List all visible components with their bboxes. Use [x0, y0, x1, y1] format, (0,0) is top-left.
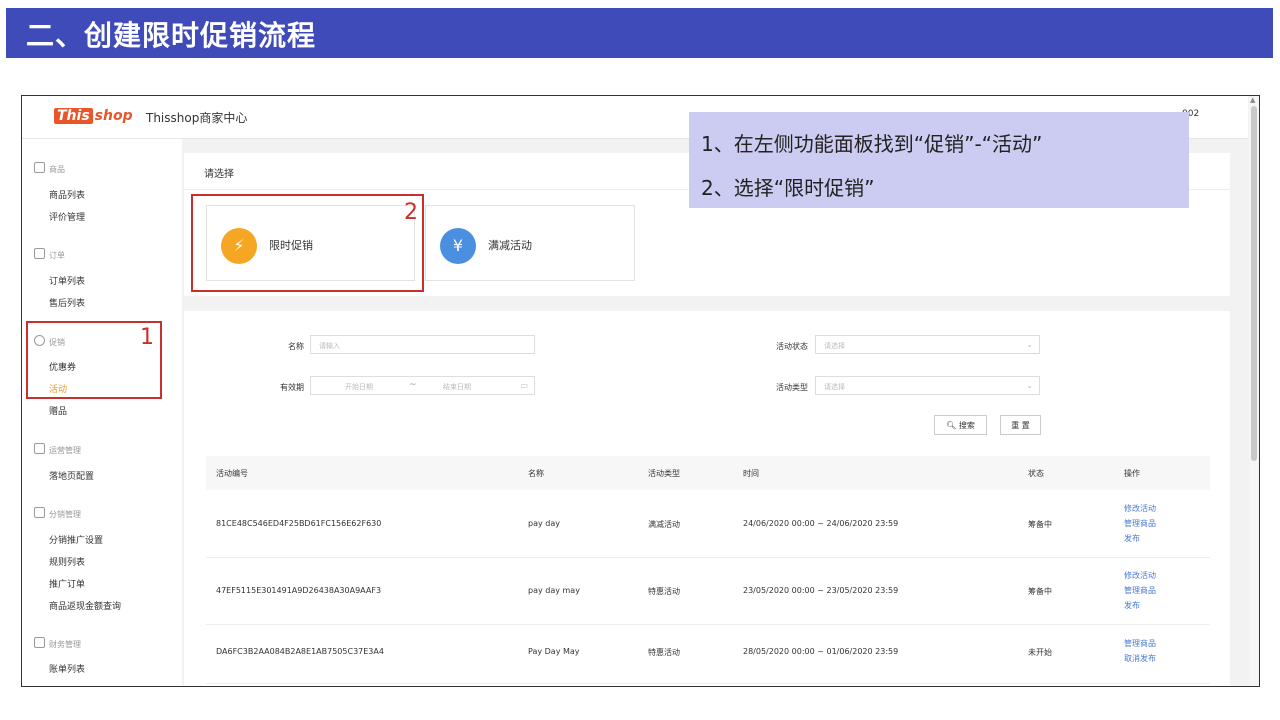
clipboard-icon — [34, 248, 45, 259]
bag-icon — [34, 162, 45, 173]
cell-activity-id: DA6FC3B2AA084B2A8E1AB7505C37E3A4 — [216, 647, 384, 656]
sidebar: 商品 商品列表 评价管理 订单 订单列表 售后列表 促销 优惠券 活动 赠品 运… — [22, 139, 182, 686]
sidebar-item-order-list[interactable]: 订单列表 — [49, 274, 85, 287]
validity-filter-label: 有效期 — [280, 383, 304, 392]
cell-name: Pay Day May — [528, 647, 580, 656]
sidebar-item-after-sales[interactable]: 售后列表 — [49, 296, 85, 309]
callout-step-2: 2、选择“限时促销” — [701, 176, 875, 200]
sidebar-group-finance[interactable]: 财务管理 — [34, 637, 81, 650]
option-discount-label: 满减活动 — [488, 239, 532, 252]
date-separator: ~ — [409, 380, 417, 390]
table-header: 活动编号 名称 活动类型 时间 状态 操作 — [206, 456, 1210, 490]
grid-icon — [34, 443, 45, 454]
cell-type: 特惠活动 — [648, 648, 680, 657]
publish-link[interactable]: 发布 — [1124, 533, 1140, 544]
sidebar-group-operations[interactable]: 运营管理 — [34, 443, 81, 456]
scrollbar[interactable]: ▲ — [1249, 96, 1259, 686]
annotation-number-2: 2 — [404, 200, 418, 225]
ledger-icon — [34, 637, 45, 648]
logo-part-this: This — [54, 108, 93, 124]
edit-activity-link[interactable]: 修改活动 — [1124, 570, 1156, 581]
table-row: 81CE48C546ED4F25BD61FC156E62F630 pay day… — [206, 491, 1210, 558]
edit-activity-link[interactable]: 修改活动 — [1124, 503, 1156, 514]
sidebar-item-bills[interactable]: 账单列表 — [49, 662, 85, 675]
status-placeholder: 请选择 — [824, 342, 845, 350]
sidebar-item-product-list[interactable]: 商品列表 — [49, 188, 85, 201]
select-card-title: 请选择 — [204, 169, 234, 180]
manage-products-link[interactable]: 管理商品 — [1124, 638, 1156, 649]
sidebar-item-landing-page[interactable]: 落地页配置 — [49, 469, 94, 482]
sidebar-group-products[interactable]: 商品 — [34, 162, 65, 175]
annotation-number-1: 1 — [140, 325, 154, 350]
type-filter-label: 活动类型 — [776, 383, 808, 392]
type-placeholder: 请选择 — [824, 383, 845, 391]
thisshop-logo[interactable]: This shop — [54, 108, 133, 124]
cell-activity-id: 47EF5115E301491A9D26438A30A9AAF3 — [216, 586, 382, 595]
option-discount-activity[interactable]: ¥ 满减活动 — [425, 205, 635, 281]
status-filter-label: 活动状态 — [776, 342, 808, 351]
cell-activity-id: 81CE48C546ED4F25BD61FC156E62F630 — [216, 519, 382, 528]
name-input[interactable]: 请输入 — [310, 335, 535, 354]
sidebar-item-promo-orders[interactable]: 推广订单 — [49, 577, 85, 590]
cell-status: 未开始 — [1028, 648, 1052, 657]
title-banner: 二、创建限时促销流程 — [6, 8, 1273, 58]
type-select[interactable]: 请选择 ⌄ — [815, 376, 1040, 395]
cell-name: pay day may — [528, 586, 580, 595]
date-range-picker[interactable]: 开始日期 ~ 结束日期 ▭ — [310, 376, 535, 395]
sidebar-item-distribution-settings[interactable]: 分销推广设置 — [49, 533, 103, 546]
cell-status: 筹备中 — [1028, 587, 1052, 596]
manage-products-link[interactable]: 管理商品 — [1124, 518, 1156, 529]
start-date-placeholder: 开始日期 — [345, 383, 373, 391]
table-row: 47EF5115E301491A9D26438A30A9AAF3 pay day… — [206, 558, 1210, 625]
calendar-icon: ▭ — [520, 381, 528, 390]
sidebar-item-rules[interactable]: 规则列表 — [49, 555, 85, 568]
th-status: 状态 — [1028, 469, 1044, 478]
search-button[interactable]: 🔍︎ 搜索 — [934, 415, 987, 435]
sidebar-group-distribution[interactable]: 分销管理 — [34, 507, 81, 520]
cell-status: 筹备中 — [1028, 520, 1052, 529]
banner-title: 二、创建限时促销流程 — [26, 19, 317, 52]
publish-link[interactable]: 发布 — [1124, 600, 1140, 611]
table-row: DA6FC3B2AA084B2A8E1AB7505C37E3A4 Pay Day… — [206, 625, 1210, 684]
sidebar-item-cashback-query[interactable]: 商品返现金额查询 — [49, 599, 121, 612]
th-name: 名称 — [528, 469, 544, 478]
scrollbar-thumb[interactable] — [1251, 106, 1257, 461]
activity-list-card: 名称 请输入 活动状态 请选择 ⌄ 有效期 开始日期 ~ 结束日期 ▭ 活动类型… — [184, 311, 1230, 686]
chevron-down-icon: ⌄ — [1026, 381, 1033, 390]
app-title: Thisshop商家中心 — [146, 111, 248, 125]
reset-button[interactable]: 重 置 — [1000, 415, 1041, 435]
name-filter-label: 名称 — [288, 342, 304, 351]
logo-part-shop: shop — [94, 108, 133, 124]
cell-time: 24/06/2020 00:00 ~ 24/06/2020 23:59 — [743, 519, 899, 528]
cancel-publish-link[interactable]: 取消发布 — [1124, 653, 1156, 664]
chevron-down-icon: ⌄ — [1026, 340, 1033, 349]
sidebar-item-reviews[interactable]: 评价管理 — [49, 210, 85, 223]
th-time: 时间 — [743, 469, 759, 478]
end-date-placeholder: 结束日期 — [443, 383, 471, 391]
cell-time: 28/05/2020 00:00 ~ 01/06/2020 23:59 — [743, 647, 899, 656]
sidebar-group-orders[interactable]: 订单 — [34, 248, 65, 261]
instruction-callout: 1、在左侧功能面板找到“促销”-“活动” 2、选择“限时促销” — [689, 112, 1189, 208]
coupon-yen-icon: ¥ — [440, 228, 476, 264]
manage-products-link[interactable]: 管理商品 — [1124, 585, 1156, 596]
callout-step-1: 1、在左侧功能面板找到“促销”-“活动” — [701, 132, 1043, 156]
cell-name: pay day — [528, 519, 560, 528]
th-activity-type: 活动类型 — [648, 469, 680, 478]
th-actions: 操作 — [1124, 469, 1140, 478]
scroll-up-icon[interactable]: ▲ — [1250, 96, 1255, 104]
search-icon: 🔍︎ — [946, 421, 957, 430]
th-activity-id: 活动编号 — [216, 469, 248, 478]
cell-type: 特惠活动 — [648, 587, 680, 596]
sidebar-item-gifts[interactable]: 赠品 — [49, 404, 67, 417]
grid-icon — [34, 507, 45, 518]
status-select[interactable]: 请选择 ⌄ — [815, 335, 1040, 354]
cell-type: 满减活动 — [648, 520, 680, 529]
annotation-box-2 — [191, 194, 424, 292]
cell-time: 23/05/2020 00:00 ~ 23/05/2020 23:59 — [743, 586, 899, 595]
